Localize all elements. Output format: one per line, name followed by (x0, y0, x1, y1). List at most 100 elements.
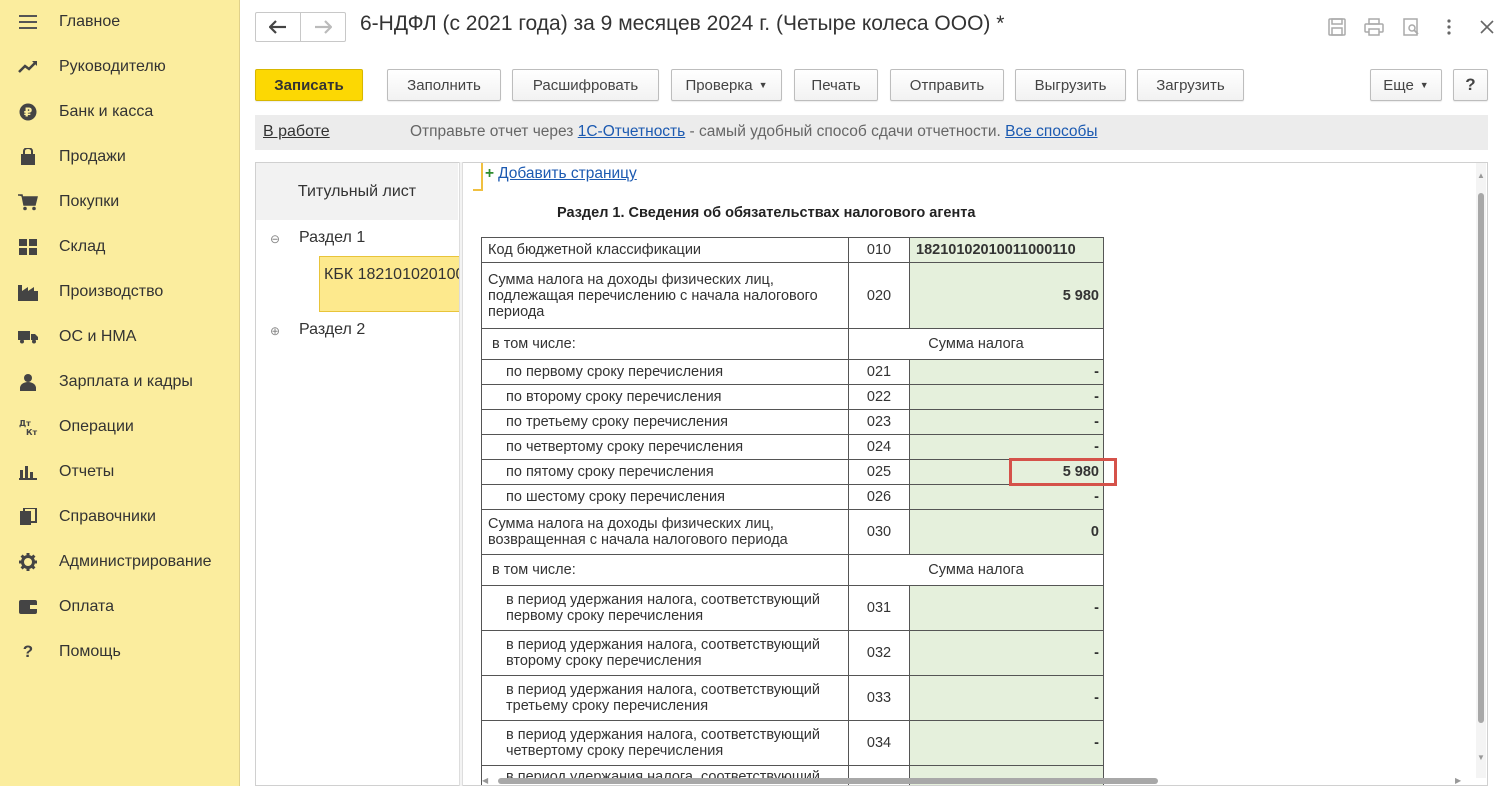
value-cell-031[interactable]: - (909, 585, 1104, 631)
row-code: 022 (848, 384, 910, 410)
add-page-link[interactable]: + Добавить страницу (485, 165, 637, 183)
table-row: Сумма налога на доходы физических лиц, п… (481, 262, 1104, 329)
report-form-table: Код бюджетной классификации 010 18210102… (481, 237, 1104, 785)
bag-icon (18, 147, 38, 167)
value-cell-030[interactable]: 0 (909, 509, 1104, 555)
sidebar-item-payment[interactable]: Оплата (0, 589, 239, 625)
row-label: по шестому сроку перечисления (481, 484, 849, 510)
svg-text:Дт: Дт (19, 419, 31, 428)
tree-item-section-2[interactable]: Раздел 2 (299, 321, 365, 339)
export-button[interactable]: Выгрузить (1015, 69, 1126, 101)
books-icon (18, 507, 38, 527)
reporting-link[interactable]: 1С-Отчетность (578, 123, 686, 140)
sidebar-item-bank[interactable]: ₽ Банк и касса (0, 94, 239, 130)
status-link[interactable]: В работе (263, 123, 330, 141)
value-cell-033[interactable]: - (909, 675, 1104, 721)
row-code: 020 (848, 262, 910, 329)
value-cell-020[interactable]: 5 980 (909, 262, 1104, 329)
back-button[interactable] (255, 12, 301, 42)
sidebar-item-label: Руководителю (59, 58, 166, 75)
sidebar-item-label: Главное (59, 13, 121, 30)
check-dropdown-button[interactable]: Проверка ▼ (671, 69, 782, 101)
sidebar-item-label: Продажи (59, 148, 126, 165)
kbk-value-cell[interactable]: 18210102010011000110 (909, 237, 1104, 263)
tree-item-kbk[interactable]: КБК 18210102010011000110 (319, 256, 460, 312)
sidebar-item-main[interactable]: Главное (0, 4, 239, 40)
table-row: по второму сроку перечисления 022 - (481, 384, 1104, 410)
value-cell-026[interactable]: - (909, 484, 1104, 510)
value-cell-021[interactable]: - (909, 359, 1104, 385)
tree-item-section-1[interactable]: Раздел 1 (299, 229, 365, 247)
save-button[interactable]: Записать (255, 69, 363, 101)
sidebar-item-production[interactable]: Производство (0, 274, 239, 310)
sidebar-item-admin[interactable]: Администрирование (0, 544, 239, 580)
sidebar-item-label: Помощь (59, 643, 121, 660)
more-vertical-icon[interactable] (1438, 16, 1460, 38)
wallet-icon (18, 597, 38, 617)
table-row: по первому сроку перечисления 021 - (481, 359, 1104, 385)
sidebar-item-label: Зарплата и кадры (59, 373, 193, 390)
sidebar-item-warehouse[interactable]: Склад (0, 229, 239, 265)
vertical-scrollbar[interactable]: ▲ ▼ (1474, 163, 1488, 778)
row-label: в период удержания налога, соответствующ… (481, 630, 849, 676)
sidebar-item-help[interactable]: ? Помощь (0, 634, 239, 670)
sidebar-item-manager[interactable]: Руководителю (0, 49, 239, 85)
all-methods-link[interactable]: Все способы (1005, 123, 1097, 140)
value-cell-023[interactable]: - (909, 409, 1104, 435)
bar-chart-icon (18, 462, 38, 482)
info-message: Отправьте отчет через 1С-Отчетность - са… (410, 123, 1098, 141)
report-document: + Добавить страницу Раздел 1. Сведения об… (463, 162, 1488, 786)
print-button[interactable]: Печать (794, 69, 878, 101)
add-page-label: Добавить страницу (498, 165, 637, 182)
decode-button[interactable]: Расшифровать (512, 69, 659, 101)
sidebar-item-operations[interactable]: Дт Кт Операции (0, 409, 239, 445)
row-label: в период удержания налога, соответствующ… (481, 720, 849, 766)
printer-icon[interactable] (1363, 16, 1385, 38)
horizontal-scrollbar[interactable]: ◀ ▶ (480, 775, 1473, 786)
expand-toggle-icon[interactable]: ⊕ (270, 324, 280, 338)
value-cell-032[interactable]: - (909, 630, 1104, 676)
send-button[interactable]: Отправить (890, 69, 1004, 101)
row-label: в том числе: (481, 554, 849, 586)
preview-icon[interactable] (1401, 16, 1423, 38)
table-row: Код бюджетной классификации 010 18210102… (481, 237, 1104, 263)
info-bar: В работе Отправьте отчет через 1С-Отчетн… (255, 115, 1488, 150)
sidebar-item-hr[interactable]: Зарплата и кадры (0, 364, 239, 400)
scroll-left-icon[interactable]: ◀ (482, 776, 488, 785)
scroll-down-icon[interactable]: ▼ (1477, 753, 1485, 762)
truck-icon (18, 327, 38, 347)
row-label: по первому сроку перечисления (481, 359, 849, 385)
table-row: по третьему сроку перечисления 023 - (481, 409, 1104, 435)
sidebar-item-purchases[interactable]: Покупки (0, 184, 239, 220)
sidebar-item-label: Оплата (59, 598, 115, 615)
row-label: Код бюджетной классификации (481, 237, 849, 263)
row-code: 030 (848, 509, 910, 555)
row-code: 024 (848, 434, 910, 460)
row-label: Сумма налога на доходы физических лиц, в… (481, 509, 849, 555)
import-button[interactable]: Загрузить (1137, 69, 1244, 101)
cart-icon (18, 192, 38, 212)
sidebar-item-catalogs[interactable]: Справочники (0, 499, 239, 535)
sidebar-item-reports[interactable]: Отчеты (0, 454, 239, 490)
scrollbar-thumb[interactable] (1478, 193, 1484, 723)
value-cell-034[interactable]: - (909, 720, 1104, 766)
more-dropdown-button[interactable]: Еще ▼ (1370, 69, 1442, 101)
scroll-up-icon[interactable]: ▲ (1477, 171, 1485, 180)
forward-button[interactable] (300, 12, 346, 42)
help-button[interactable]: ? (1453, 69, 1488, 101)
scroll-right-icon[interactable]: ▶ (1455, 776, 1461, 785)
scrollbar-thumb[interactable] (498, 778, 1158, 784)
svg-text:₽: ₽ (24, 106, 32, 120)
value-cell-022[interactable]: - (909, 384, 1104, 410)
collapse-toggle-icon[interactable]: ⊖ (270, 232, 280, 246)
save-doc-icon[interactable] (1326, 16, 1348, 38)
tree-item-title-page[interactable]: Титульный лист (256, 163, 458, 220)
table-row: Сумма налога на доходы физических лиц, в… (481, 509, 1104, 555)
fill-button[interactable]: Заполнить (387, 69, 501, 101)
highlight-box (1009, 458, 1117, 486)
close-icon[interactable] (1476, 16, 1498, 38)
sidebar-item-sales[interactable]: Продажи (0, 139, 239, 175)
value-cell-024[interactable]: - (909, 434, 1104, 460)
sidebar-item-assets[interactable]: ОС и НМА (0, 319, 239, 355)
info-text-after: - самый удобный способ сдачи отчетности. (685, 123, 1006, 140)
